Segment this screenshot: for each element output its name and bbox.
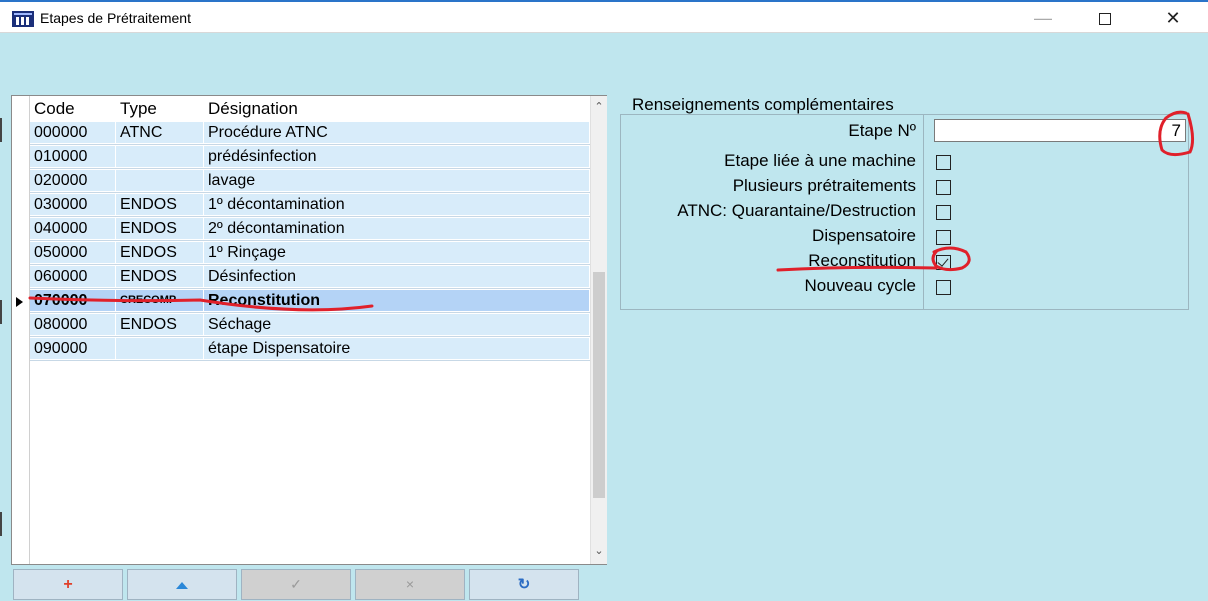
cell-code: 000000	[30, 122, 116, 143]
left-edge-mark	[0, 512, 2, 536]
cell-designation: Désinfection	[204, 266, 590, 287]
row-divider	[30, 288, 590, 289]
cell-type	[116, 146, 204, 167]
title-bar: Etapes de Prétraitement — ✕	[0, 2, 1208, 33]
close-button[interactable]: ✕	[1150, 4, 1196, 32]
column-header-type[interactable]: Type	[120, 99, 157, 119]
field-label: Dispensatoire	[812, 226, 916, 245]
check-icon: ✓	[290, 576, 302, 592]
column-header-designation[interactable]: Désignation	[208, 99, 298, 119]
cell-designation: étape Dispensatoire	[204, 338, 590, 359]
current-row-arrow-icon	[16, 297, 23, 307]
cancel-button[interactable]: ×	[355, 569, 465, 600]
cell-type	[116, 170, 204, 191]
cell-code: 070000	[30, 290, 116, 311]
column-header-code[interactable]: Code	[34, 99, 75, 119]
field-label: Plusieurs prétraitements	[732, 176, 916, 195]
field-checkbox[interactable]	[936, 205, 951, 220]
cell-type	[116, 338, 204, 359]
table-row[interactable]: 050000 ENDOS 1º Rinçage	[30, 242, 590, 263]
cell-code: 060000	[30, 266, 116, 287]
field-label: Reconstitution	[808, 251, 916, 270]
cell-code: 080000	[30, 314, 116, 335]
etape-number-input[interactable]: 7	[934, 119, 1186, 142]
table-row[interactable]: 080000 ENDOS Séchage	[30, 314, 590, 335]
plus-icon: +	[63, 576, 73, 593]
row-divider	[30, 336, 590, 337]
refresh-button[interactable]: ↻	[469, 569, 579, 600]
cell-type: ENDOS	[116, 314, 204, 335]
cell-designation: 1º Rinçage	[204, 242, 590, 263]
add-button[interactable]: +	[13, 569, 123, 600]
grid-header: Code Type Désignation	[30, 96, 590, 121]
cell-type: ENDOS	[116, 242, 204, 263]
cell-code: 010000	[30, 146, 116, 167]
row-divider	[30, 264, 590, 265]
cell-designation: 1º décontamination	[204, 194, 590, 215]
field-label: ATNC: Quarantaine/Destruction	[677, 201, 916, 220]
scroll-thumb[interactable]	[593, 272, 605, 498]
maximize-button[interactable]	[1082, 4, 1128, 32]
app-icon	[12, 11, 34, 27]
row-divider	[30, 192, 590, 193]
table-row[interactable]: 030000 ENDOS 1º décontamination	[30, 194, 590, 215]
scroll-up-button[interactable]: ⌃	[591, 96, 607, 118]
table-row[interactable]: 070000 CRECOMP Reconstitution	[30, 290, 590, 311]
row-divider	[30, 216, 590, 217]
etape-number-label: Etape Nº	[848, 121, 916, 140]
table-row[interactable]: 090000 étape Dispensatoire	[30, 338, 590, 359]
refresh-icon: ↻	[517, 576, 531, 593]
cell-type: ENDOS	[116, 266, 204, 287]
cross-icon: ×	[405, 576, 415, 592]
details-title: Renseignements complémentaires	[632, 95, 894, 114]
field-checkbox[interactable]	[936, 180, 951, 195]
field-checkbox[interactable]	[936, 155, 951, 170]
row-divider	[30, 360, 590, 361]
row-divider	[30, 240, 590, 241]
field-label: Etape liée à une machine	[724, 151, 916, 170]
row-divider	[30, 312, 590, 313]
row-indicator-column	[12, 96, 30, 564]
cell-designation: 2º décontamination	[204, 218, 590, 239]
vertical-scrollbar[interactable]: ⌃ ⌄	[590, 96, 607, 564]
table-row[interactable]: 000000 ATNC Procédure ATNC	[30, 122, 590, 143]
arrow-up-icon	[176, 581, 188, 589]
row-divider	[30, 168, 590, 169]
field-checkbox[interactable]	[936, 280, 951, 295]
table-row[interactable]: 020000 lavage	[30, 170, 590, 191]
table-row[interactable]: 040000 ENDOS 2º décontamination	[30, 218, 590, 239]
cell-type: ATNC	[116, 122, 204, 143]
cell-designation: Reconstitution	[204, 290, 590, 311]
cell-code: 090000	[30, 338, 116, 359]
cell-type: ENDOS	[116, 194, 204, 215]
row-divider	[30, 144, 590, 145]
cell-designation: prédésinfection	[204, 146, 590, 167]
table-row[interactable]: 060000 ENDOS Désinfection	[30, 266, 590, 287]
scroll-down-button[interactable]: ⌄	[591, 540, 607, 562]
table-row[interactable]: 010000 prédésinfection	[30, 146, 590, 167]
minimize-button[interactable]: —	[1020, 4, 1066, 32]
cell-designation: Séchage	[204, 314, 590, 335]
cell-designation: Procédure ATNC	[204, 122, 590, 143]
steps-grid[interactable]: Code Type Désignation 000000 ATNC Procédur…	[11, 95, 607, 565]
move-up-button[interactable]	[127, 569, 237, 600]
cell-code: 020000	[30, 170, 116, 191]
field-checkbox[interactable]	[936, 230, 951, 245]
left-edge-mark	[0, 300, 2, 324]
maximize-icon	[1099, 13, 1111, 26]
confirm-button[interactable]: ✓	[241, 569, 351, 600]
cell-code: 050000	[30, 242, 116, 263]
left-edge-mark	[0, 118, 2, 142]
cell-type: CRECOMP	[116, 290, 204, 311]
cell-code: 040000	[30, 218, 116, 239]
field-checkbox[interactable]	[936, 255, 951, 270]
cell-designation: lavage	[204, 170, 590, 191]
cell-type: ENDOS	[116, 218, 204, 239]
field-label: Nouveau cycle	[804, 276, 916, 295]
cell-code: 030000	[30, 194, 116, 215]
window-title: Etapes de Prétraitement	[40, 10, 191, 26]
details-divider	[923, 115, 924, 309]
